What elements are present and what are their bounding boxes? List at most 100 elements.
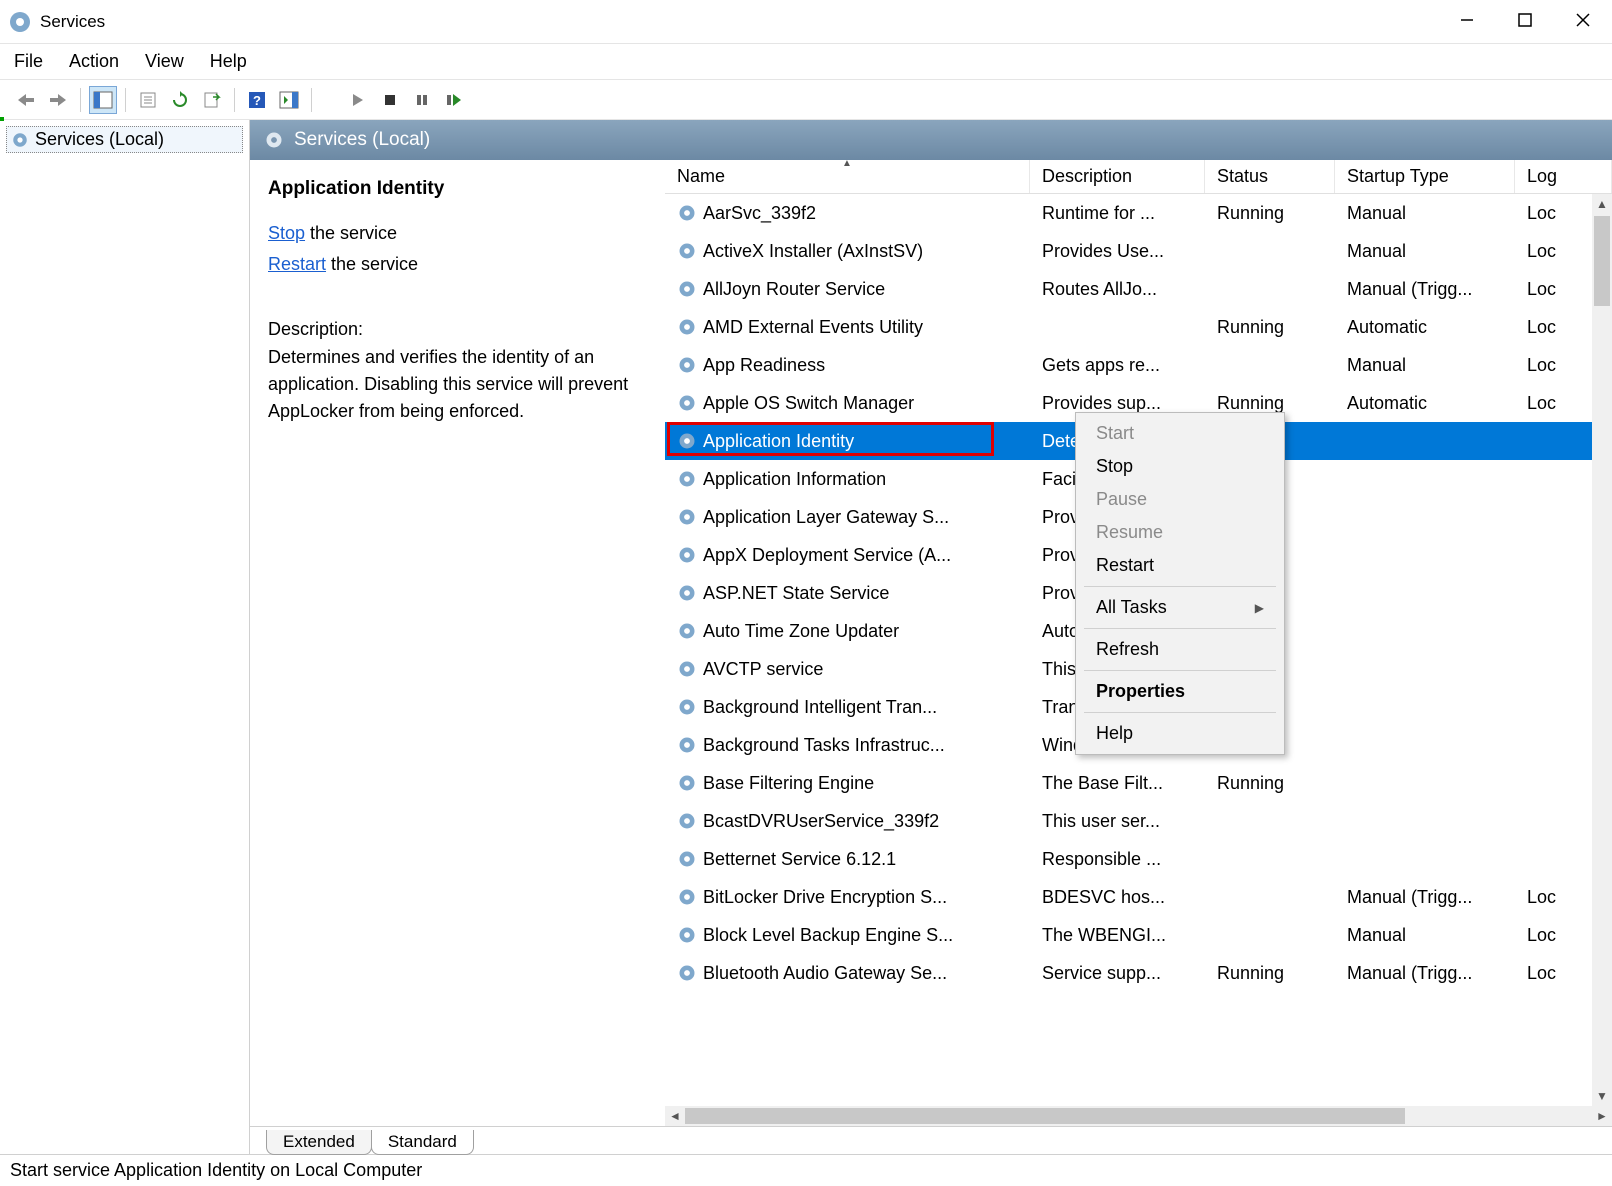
cell-description: Service supp... xyxy=(1030,963,1205,984)
gear-icon xyxy=(677,545,697,565)
cell-name: ActiveX Installer (AxInstSV) xyxy=(665,241,1030,262)
restart-link[interactable]: Restart xyxy=(268,254,326,274)
cm-all-tasks[interactable]: All Tasks▶ xyxy=(1076,591,1284,624)
menu-action[interactable]: Action xyxy=(69,51,119,72)
tree-panel: Services (Local) xyxy=(0,120,250,1154)
col-startup[interactable]: Startup Type xyxy=(1335,160,1515,193)
table-row[interactable]: AllJoyn Router ServiceRoutes AllJo...Man… xyxy=(665,270,1612,308)
col-status[interactable]: Status xyxy=(1205,160,1335,193)
gear-icon xyxy=(677,925,697,945)
close-button[interactable] xyxy=(1554,0,1612,40)
back-button[interactable] xyxy=(12,86,40,114)
cell-description: Provides Use... xyxy=(1030,241,1205,262)
tab-standard[interactable]: Standard xyxy=(371,1130,474,1155)
restart-service-icon[interactable] xyxy=(440,86,468,114)
properties-icon[interactable] xyxy=(134,86,162,114)
menu-view[interactable]: View xyxy=(145,51,184,72)
cell-name: AMD External Events Utility xyxy=(665,317,1030,338)
help-icon[interactable]: ? xyxy=(243,86,271,114)
stop-link[interactable]: Stop xyxy=(268,223,305,243)
start-service-icon[interactable] xyxy=(344,86,372,114)
gear-icon xyxy=(264,130,284,150)
gear-icon xyxy=(677,963,697,983)
gear-icon xyxy=(11,131,29,149)
tree-root-item[interactable]: Services (Local) xyxy=(6,126,243,153)
table-row[interactable]: BitLocker Drive Encryption S...BDESVC ho… xyxy=(665,878,1612,916)
stop-service-icon[interactable] xyxy=(376,86,404,114)
cell-name: Auto Time Zone Updater xyxy=(665,621,1030,642)
statusbar: Start service Application Identity on Lo… xyxy=(0,1154,1612,1186)
show-hide-tree-button[interactable] xyxy=(89,86,117,114)
menubar: File Action View Help xyxy=(0,44,1612,80)
cell-startup: Manual (Trigg... xyxy=(1335,963,1515,984)
table-row[interactable]: Base Filtering EngineThe Base Filt...Run… xyxy=(665,764,1612,802)
gear-icon xyxy=(677,241,697,261)
toolbar: ? xyxy=(0,80,1612,120)
refresh-icon[interactable] xyxy=(166,86,194,114)
description-label: Description: xyxy=(268,319,647,340)
action-pane-icon[interactable] xyxy=(275,86,303,114)
table-row[interactable]: Betternet Service 6.12.1Responsible ... xyxy=(665,840,1612,878)
description-text: Determines and verifies the identity of … xyxy=(268,344,647,425)
detail-heading: Application Identity xyxy=(268,178,647,200)
cell-startup: Manual (Trigg... xyxy=(1335,279,1515,300)
gear-icon xyxy=(677,431,697,451)
table-row[interactable]: ActiveX Installer (AxInstSV)Provides Use… xyxy=(665,232,1612,270)
table-header-row: ▲Name Description Status Startup Type Lo… xyxy=(665,160,1612,194)
cell-startup: Manual xyxy=(1335,203,1515,224)
cm-restart[interactable]: Restart xyxy=(1076,549,1284,582)
cm-pause: Pause xyxy=(1076,483,1284,516)
cell-name: Background Tasks Infrastruc... xyxy=(665,735,1030,756)
pause-service-icon[interactable] xyxy=(408,86,436,114)
horizontal-scrollbar[interactable]: ◄ ► xyxy=(665,1106,1612,1126)
table-row[interactable]: App ReadinessGets apps re...ManualLoc xyxy=(665,346,1612,384)
svg-text:?: ? xyxy=(253,93,261,108)
cell-status: Running xyxy=(1205,393,1335,414)
col-name[interactable]: ▲Name xyxy=(665,160,1030,193)
gear-icon xyxy=(677,507,697,527)
cell-name: Application Identity xyxy=(665,431,1030,452)
table-row[interactable]: AarSvc_339f2Runtime for ...RunningManual… xyxy=(665,194,1612,232)
minimize-button[interactable] xyxy=(1438,0,1496,40)
table-row[interactable]: AMD External Events UtilityRunningAutoma… xyxy=(665,308,1612,346)
export-icon[interactable] xyxy=(198,86,226,114)
menu-file[interactable]: File xyxy=(14,51,43,72)
window-title: Services xyxy=(40,12,105,32)
detail-pane: Application Identity Stop the service Re… xyxy=(250,160,665,1126)
cell-name: Apple OS Switch Manager xyxy=(665,393,1030,414)
cell-description: BDESVC hos... xyxy=(1030,887,1205,908)
gear-icon xyxy=(677,697,697,717)
gear-icon xyxy=(677,355,697,375)
col-description[interactable]: Description xyxy=(1030,160,1205,193)
menu-help[interactable]: Help xyxy=(210,51,247,72)
gear-icon xyxy=(677,279,697,299)
cell-description: This user ser... xyxy=(1030,811,1205,832)
gear-icon xyxy=(677,659,697,679)
view-tabs: Extended Standard xyxy=(250,1126,1612,1154)
status-text: Start service Application Identity on Lo… xyxy=(10,1160,422,1181)
tab-extended[interactable]: Extended xyxy=(266,1130,372,1155)
table-row[interactable]: Block Level Backup Engine S...The WBENGI… xyxy=(665,916,1612,954)
forward-button[interactable] xyxy=(44,86,72,114)
services-icon xyxy=(8,10,32,34)
table-row[interactable]: BcastDVRUserService_339f2This user ser..… xyxy=(665,802,1612,840)
cell-startup: Automatic xyxy=(1335,317,1515,338)
cm-start: Start xyxy=(1076,417,1284,450)
cell-name: BitLocker Drive Encryption S... xyxy=(665,887,1030,908)
cm-stop[interactable]: Stop xyxy=(1076,450,1284,483)
gear-icon xyxy=(677,621,697,641)
cell-name: ASP.NET State Service xyxy=(665,583,1030,604)
cm-properties[interactable]: Properties xyxy=(1076,675,1284,708)
maximize-button[interactable] xyxy=(1496,0,1554,40)
cell-status: Running xyxy=(1205,773,1335,794)
cell-status: Running xyxy=(1205,963,1335,984)
vertical-scrollbar[interactable]: ▲ ▼ xyxy=(1592,194,1612,1106)
cell-name: AVCTP service xyxy=(665,659,1030,680)
cm-refresh[interactable]: Refresh xyxy=(1076,633,1284,666)
col-logon[interactable]: Log xyxy=(1515,160,1612,193)
panel-header: Services (Local) xyxy=(250,120,1612,160)
cell-description: The WBENGI... xyxy=(1030,925,1205,946)
table-row[interactable]: Bluetooth Audio Gateway Se...Service sup… xyxy=(665,954,1612,992)
cm-help[interactable]: Help xyxy=(1076,717,1284,750)
context-menu: Start Stop Pause Resume Restart All Task… xyxy=(1075,412,1285,755)
